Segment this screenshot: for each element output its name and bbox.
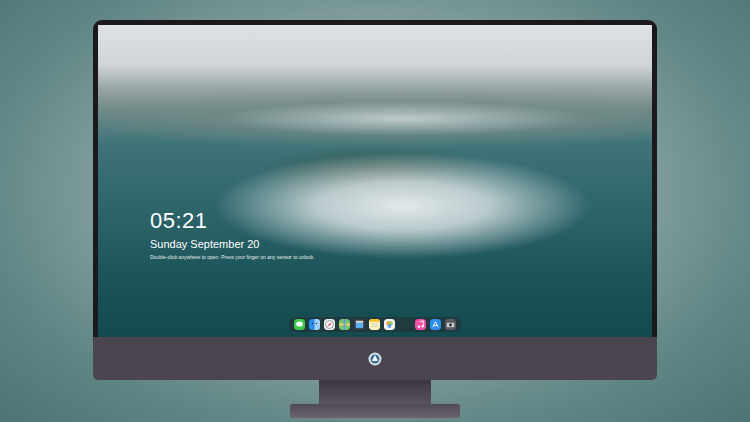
monitor-stand (319, 380, 431, 404)
safari-icon[interactable] (324, 319, 335, 330)
clock-date: Sunday September 20 (150, 237, 652, 251)
clock-widget: 05:21 Sunday September 20 Double-click a… (98, 209, 652, 261)
monitor-bezel: 05:21 Sunday September 20 Double-click a… (93, 20, 657, 337)
lock-screen[interactable]: 05:21 Sunday September 20 Double-click a… (98, 25, 652, 337)
monitor-base (290, 404, 460, 418)
camera-icon[interactable] (445, 319, 456, 330)
photos-icon[interactable] (384, 319, 395, 330)
maps-icon[interactable] (339, 319, 350, 330)
messages-icon[interactable] (294, 319, 305, 330)
music-icon[interactable] (415, 319, 426, 330)
clapper-icon[interactable] (354, 319, 365, 330)
app-store-icon[interactable] (430, 319, 441, 330)
monitor: 05:21 Sunday September 20 Double-click a… (93, 20, 657, 380)
finder-icon[interactable] (309, 319, 320, 330)
unlock-hint: Double-click anywhere to open. Press you… (150, 254, 652, 261)
dock (289, 317, 461, 332)
notes-icon[interactable] (369, 319, 380, 330)
brand-logo-icon (368, 352, 382, 366)
monitor-chin (93, 337, 657, 380)
clock-time: 05:21 (150, 209, 652, 233)
